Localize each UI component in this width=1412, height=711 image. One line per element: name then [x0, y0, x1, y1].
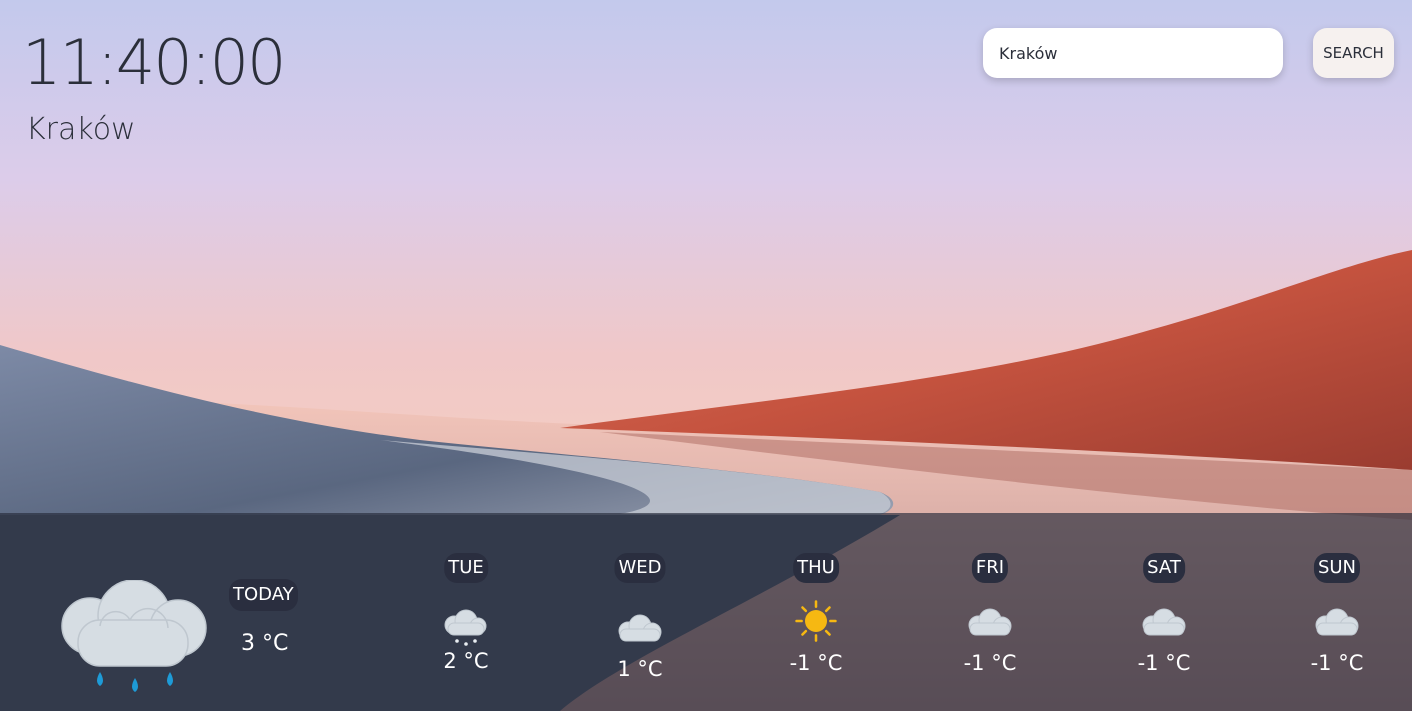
forecast-day-wed: WED 1 °C: [580, 553, 700, 693]
day-label: THU: [793, 553, 839, 583]
cloud-icon: [1142, 608, 1186, 636]
day-temperature: -1 °C: [789, 651, 843, 675]
day-label: FRI: [971, 553, 1009, 583]
forecast-day-tue: TUE 2 °C: [406, 553, 526, 693]
day-temperature: -1 °C: [1137, 651, 1191, 675]
snow-cloud-icon: [444, 609, 487, 646]
cloud-icon: [1315, 608, 1359, 636]
day-temperature: -1 °C: [963, 651, 1017, 675]
city-name: Kraków: [26, 112, 136, 147]
search-button[interactable]: SEARCH: [1313, 28, 1394, 78]
day-label: SAT: [1143, 553, 1185, 583]
day-temperature: 1 °C: [617, 657, 663, 681]
search-input[interactable]: [983, 28, 1283, 78]
day-label: WED: [614, 553, 666, 583]
forecast-day-fri: FRI -1 °C: [930, 553, 1050, 693]
sun-icon: [795, 600, 837, 642]
cloud-icon: [618, 614, 662, 642]
forecast-day-sat: SAT -1 °C: [1104, 553, 1224, 693]
day-label: TUE: [444, 553, 488, 583]
clock-time: 11:40:00: [22, 26, 286, 99]
today-temperature: 3 °C: [241, 631, 289, 656]
today-label: TODAY: [229, 579, 298, 611]
rain-cloud-icon: [61, 580, 207, 692]
day-temperature: -1 °C: [1310, 651, 1364, 675]
cloud-icon: [968, 608, 1012, 636]
forecast-day-thu: THU -1 °C: [756, 553, 876, 693]
forecast-day-sun: SUN -1 °C: [1277, 553, 1397, 693]
day-temperature: 2 °C: [443, 649, 489, 673]
day-label: SUN: [1313, 553, 1361, 583]
